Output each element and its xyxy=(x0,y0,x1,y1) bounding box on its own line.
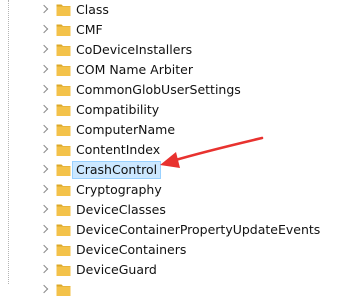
tree-item-label: DeviceContainerPropertyUpdateEvents xyxy=(76,222,321,237)
tree-item-devicecontainers[interactable]: DeviceContainers xyxy=(0,240,352,260)
tree-item-label: CoDeviceInstallers xyxy=(76,42,193,57)
tree-item-label: Class xyxy=(76,2,109,17)
tree-item-cryptography[interactable]: Cryptography xyxy=(0,180,352,200)
tree-item-com-name-arbiter[interactable]: COM Name Arbiter xyxy=(0,60,352,80)
folder-icon xyxy=(56,124,71,136)
tree-item-partial[interactable] xyxy=(0,280,352,300)
tree-item-commonglobusersettings[interactable]: CommonGlobUserSettings xyxy=(0,80,352,100)
folder-icon xyxy=(56,184,71,196)
chevron-right-icon[interactable] xyxy=(39,244,49,254)
folder-icon xyxy=(56,44,71,56)
tree-item-label: COM Name Arbiter xyxy=(76,62,194,77)
chevron-right-icon[interactable] xyxy=(39,144,49,154)
tree-item-cmf[interactable]: CMF xyxy=(0,20,352,40)
folder-icon xyxy=(56,224,71,236)
tree-item-label: ContentIndex xyxy=(76,142,161,157)
folder-icon xyxy=(56,164,71,176)
chevron-right-icon[interactable] xyxy=(39,24,49,34)
folder-icon xyxy=(56,104,71,116)
folder-icon xyxy=(56,284,71,296)
chevron-right-icon[interactable] xyxy=(39,204,49,214)
chevron-right-icon[interactable] xyxy=(39,124,49,134)
tree-item-label xyxy=(73,282,79,298)
tree-item-label: DeviceClasses xyxy=(76,202,166,217)
tree-item-contentindex[interactable]: ContentIndex xyxy=(0,140,352,160)
chevron-right-icon[interactable] xyxy=(39,224,49,234)
chevron-right-icon[interactable] xyxy=(39,64,49,74)
tree-item-crashcontrol[interactable]: CrashControl xyxy=(0,160,352,180)
chevron-right-icon[interactable] xyxy=(39,84,49,94)
tree-item-label: CrashControl xyxy=(72,161,162,179)
tree-item-codeviceinstallers[interactable]: CoDeviceInstallers xyxy=(0,40,352,60)
chevron-right-icon[interactable] xyxy=(39,44,49,54)
chevron-right-icon[interactable] xyxy=(39,164,49,174)
tree-item-label: ComputerName xyxy=(76,122,176,137)
tree-item-label: CMF xyxy=(76,22,103,37)
folder-icon xyxy=(56,264,71,276)
chevron-right-icon[interactable] xyxy=(39,284,49,294)
folder-icon xyxy=(56,244,71,256)
tree-item-label: DeviceContainers xyxy=(76,242,187,257)
chevron-right-icon[interactable] xyxy=(39,184,49,194)
folder-icon xyxy=(56,24,71,36)
tree-item-deviceguard[interactable]: DeviceGuard xyxy=(0,260,352,280)
tree-item-label: CommonGlobUserSettings xyxy=(76,82,241,97)
folder-icon xyxy=(56,84,71,96)
chevron-right-icon[interactable] xyxy=(39,104,49,114)
tree-item-class[interactable]: Class xyxy=(0,0,352,20)
tree-item-label: Compatibility xyxy=(76,102,160,117)
chevron-right-icon[interactable] xyxy=(39,264,49,274)
folder-icon xyxy=(56,4,71,16)
chevron-right-icon[interactable] xyxy=(39,4,49,14)
tree-item-label: Cryptography xyxy=(76,182,162,197)
tree-item-computername[interactable]: ComputerName xyxy=(0,120,352,140)
folder-icon xyxy=(56,144,71,156)
tree-item-label: DeviceGuard xyxy=(76,262,157,277)
folder-icon xyxy=(56,204,71,216)
tree-item-devicecontainerpropertyupdateevents[interactable]: DeviceContainerPropertyUpdateEvents xyxy=(0,220,352,240)
folder-icon xyxy=(56,64,71,76)
tree-item-deviceclasses[interactable]: DeviceClasses xyxy=(0,200,352,220)
registry-tree-view: Class CMF CoDeviceInstallers COM Name Ar… xyxy=(0,0,352,296)
tree-item-compatibility[interactable]: Compatibility xyxy=(0,100,352,120)
